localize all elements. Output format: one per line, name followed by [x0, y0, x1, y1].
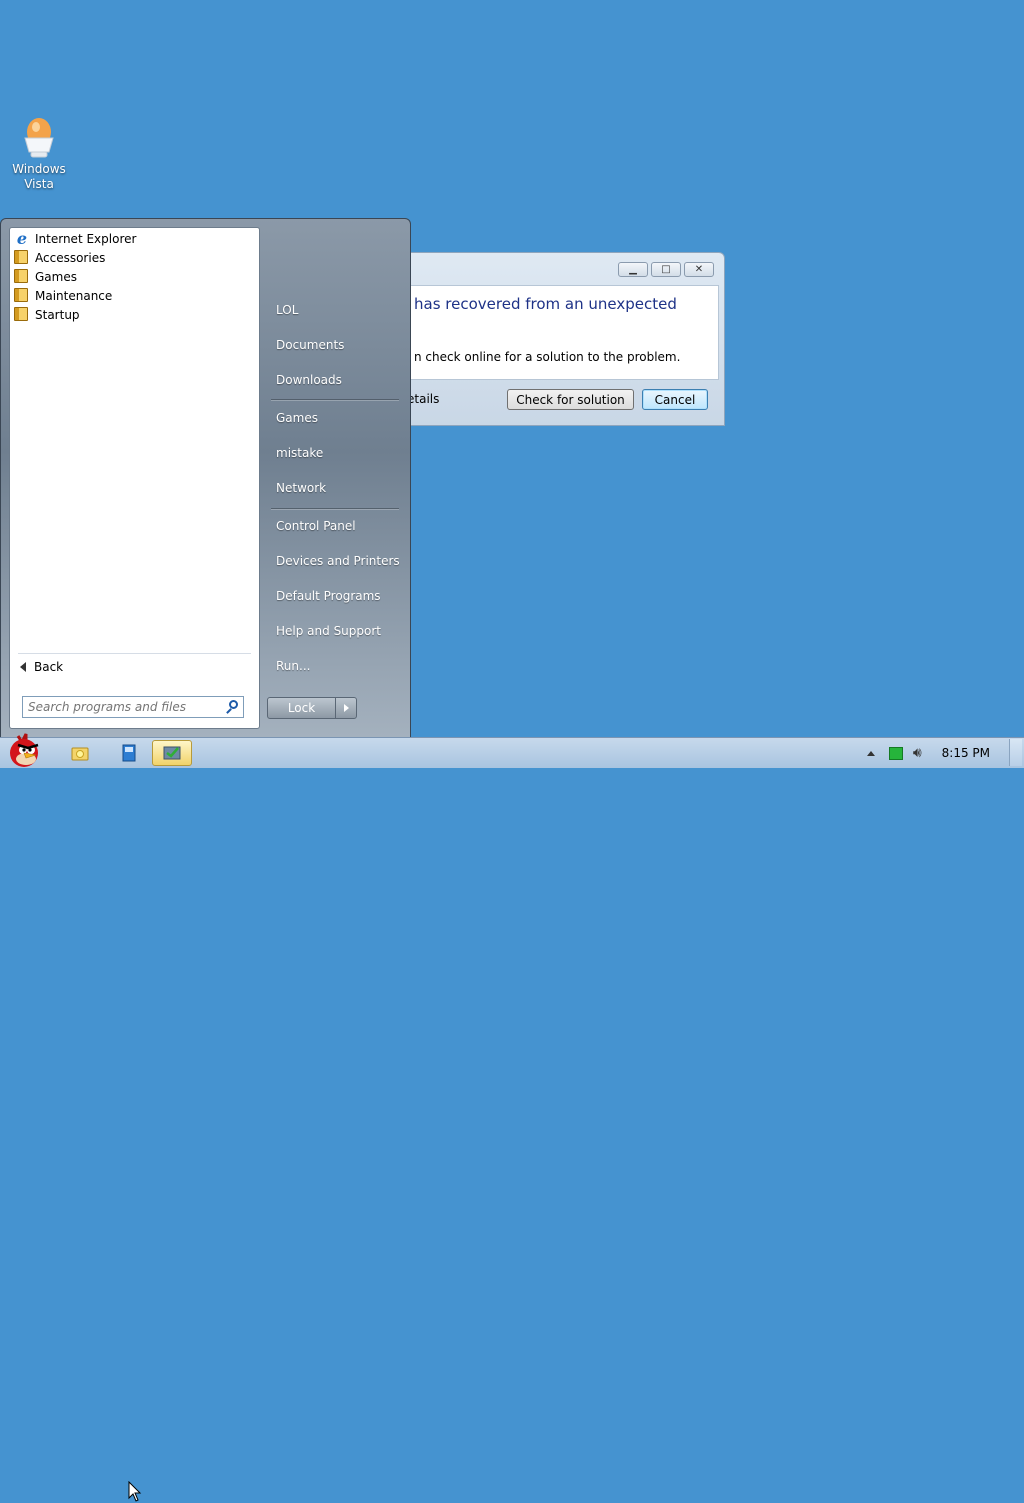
- program-games[interactable]: Games: [14, 267, 77, 286]
- folder-icon: [14, 287, 30, 304]
- mouse-cursor-icon: [128, 1481, 142, 1502]
- windows-vista-desktop-icon[interactable]: Windows Vista: [8, 116, 70, 192]
- close-button[interactable]: ✕: [684, 262, 714, 277]
- menu-item-network[interactable]: Network: [276, 481, 326, 495]
- lock-button-group: Lock: [267, 697, 357, 719]
- maximize-icon: □: [661, 264, 671, 275]
- back-button[interactable]: Back: [20, 660, 63, 674]
- system-tray: 🔊︎ 8:15 PM: [866, 738, 1024, 768]
- angry-bird-icon: [10, 733, 39, 767]
- program-startup[interactable]: Startup: [14, 305, 80, 324]
- dialog-headline: has recovered from an unexpected: [414, 295, 677, 313]
- maximize-button[interactable]: □: [651, 262, 681, 277]
- menu-item-games[interactable]: Games: [276, 411, 318, 425]
- menu-item-control-panel[interactable]: Control Panel: [276, 519, 356, 533]
- folder-icon: [14, 249, 30, 266]
- view-details-link[interactable]: etails: [407, 392, 439, 406]
- shutdown-options-button[interactable]: [336, 698, 356, 718]
- program-label: Games: [35, 269, 77, 284]
- desktop-icon-label-line1: Windows: [12, 162, 66, 176]
- minimize-icon: ▁: [629, 264, 637, 275]
- menu-item-help-support[interactable]: Help and Support: [276, 624, 381, 638]
- programs-pane: e Internet Explorer Accessories Games Ma…: [9, 227, 260, 729]
- folder-libraries-icon: [71, 747, 89, 761]
- taskbar-problem-reports-button[interactable]: [152, 740, 192, 766]
- back-arrow-icon: [20, 662, 26, 672]
- error-dialog: ▁ □ ✕ has recovered from an unexpected n…: [400, 252, 725, 426]
- program-internet-explorer[interactable]: e Internet Explorer: [14, 228, 137, 248]
- window-controls: ▁ □ ✕: [618, 262, 714, 277]
- menu-item-lol[interactable]: LOL: [276, 303, 298, 317]
- search-input[interactable]: [23, 697, 223, 717]
- start-button[interactable]: [4, 732, 44, 768]
- search-icon[interactable]: [229, 700, 238, 709]
- show-hidden-icons-button[interactable]: [866, 750, 875, 756]
- dialog-body-text: n check online for a solution to the pro…: [414, 350, 681, 364]
- menu-item-downloads[interactable]: Downloads: [276, 373, 342, 387]
- cancel-button[interactable]: Cancel: [642, 389, 708, 410]
- program-label: Startup: [35, 307, 80, 322]
- close-icon: ✕: [694, 264, 704, 275]
- programs-separator: [18, 653, 251, 654]
- program-maintenance[interactable]: Maintenance: [14, 286, 112, 305]
- menu-item-default-programs[interactable]: Default Programs: [276, 589, 381, 603]
- program-accessories[interactable]: Accessories: [14, 248, 105, 267]
- minimize-button[interactable]: ▁: [618, 262, 648, 277]
- desktop-icon-label-line2: Vista: [24, 177, 54, 191]
- check-for-solution-button[interactable]: Check for solution: [507, 389, 634, 410]
- lock-button[interactable]: Lock: [268, 698, 336, 718]
- folder-icon: [14, 306, 30, 323]
- taskbar-clock[interactable]: 8:15 PM: [942, 746, 990, 760]
- program-label: Maintenance: [35, 288, 113, 303]
- taskbar: 🔊︎ 8:15 PM: [0, 733, 1024, 1502]
- chevron-right-icon: [343, 704, 349, 712]
- folder-icon: [14, 268, 30, 285]
- volume-icon[interactable]: 🔊︎: [913, 745, 922, 761]
- search-box[interactable]: [22, 696, 244, 718]
- problem-reports-icon: [163, 746, 181, 760]
- menu-item-documents[interactable]: Documents: [276, 338, 344, 352]
- internet-explorer-icon: e: [16, 228, 28, 248]
- show-desktop-button[interactable]: [1009, 739, 1022, 766]
- back-label: Back: [34, 660, 64, 674]
- menu-separator: [271, 508, 399, 509]
- dialog-content: has recovered from an unexpected n check…: [407, 285, 719, 380]
- menu-item-run[interactable]: Run...: [276, 659, 310, 673]
- app-window-icon: [122, 744, 136, 762]
- taskbar-app-button[interactable]: [111, 740, 151, 766]
- menu-item-mistake[interactable]: mistake: [276, 446, 323, 460]
- program-label: Accessories: [35, 250, 106, 265]
- menu-item-devices-printers[interactable]: Devices and Printers: [276, 554, 400, 568]
- program-label: Internet Explorer: [35, 231, 137, 246]
- menu-separator: [271, 399, 399, 400]
- start-menu: e Internet Explorer Accessories Games Ma…: [0, 218, 411, 738]
- taskbar-explorer-button[interactable]: [60, 740, 100, 766]
- egg-cup-icon: [19, 116, 59, 160]
- network-icon[interactable]: [888, 746, 903, 760]
